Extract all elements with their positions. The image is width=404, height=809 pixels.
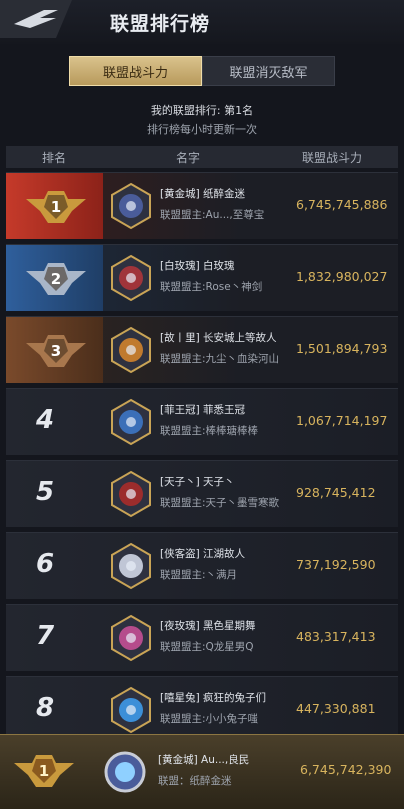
column-name: 名字 (176, 151, 201, 165)
rank-cell: 3 (6, 317, 103, 383)
svg-text:1: 1 (39, 762, 49, 780)
alliance-power: 928,745,412 (296, 485, 376, 500)
svg-text:3: 3 (51, 342, 61, 360)
rank-number: 4 (36, 405, 55, 435)
svg-text:1: 1 (51, 198, 61, 216)
footer-alliance-name: [黄金城] Au...,良民 (158, 754, 250, 766)
ranking-row[interactable]: 3 [故丨里] 长安城上等故人 联盟盟主:九尘丶血染河山 1,501,894,7… (6, 316, 398, 383)
rank-badge-icon: 1 (26, 191, 86, 223)
alliance-power: 447,330,881 (296, 701, 376, 716)
ranking-row[interactable]: 8 [嘻星兔] 疯狂的兔子们 联盟盟主:小小兔子嗤 447,330,881 (6, 676, 398, 743)
alliance-leader: 联盟盟主:九尘丶血染河山 (160, 353, 280, 365)
column-rank: 排名 (42, 151, 67, 165)
svg-text:2: 2 (51, 270, 61, 288)
alliance-name: [嘻星兔] 疯狂的兔子们 (160, 692, 267, 704)
tab-alliance-power[interactable]: 联盟战斗力 (69, 56, 202, 86)
ranking-row[interactable]: 7 [夜玫瑰] 黑色星期舞 联盟盟主:Q龙星男Q 483,317,413 (6, 604, 398, 671)
header-bar: 联盟排行榜 (0, 0, 404, 44)
alliance-emblem-icon (111, 614, 151, 662)
alliance-name: [白玫瑰] 白玫瑰 (160, 260, 235, 272)
alliance-power: 483,317,413 (296, 629, 376, 644)
footer-alliance-label: 联盟：纸醉金迷 (158, 775, 232, 787)
alliance-emblem-icon (111, 542, 151, 590)
alliance-leader: 联盟盟主:棒棒瑭棒棒 (160, 425, 259, 437)
alliance-emblem-icon (111, 686, 151, 734)
rank-badge-icon: 3 (26, 335, 86, 367)
rank-cell: 2 (6, 245, 103, 311)
my-rank-text: 我的联盟排行: 第1名 (150, 104, 254, 117)
rank-number: 7 (36, 621, 55, 651)
alliance-leader: 联盟盟主:天子丶墨雪寒歌 (160, 497, 280, 509)
rank-cell: 1 (6, 173, 103, 239)
alliance-leader: 联盟盟主:小小兔子嗤 (160, 713, 259, 725)
rank-number: 6 (36, 549, 55, 579)
rank-number: 8 (36, 693, 55, 723)
ranking-row[interactable]: 4 [菲王冠] 菲悉王冠 联盟盟主:棒棒瑭棒棒 1,067,714,197 (6, 388, 398, 455)
alliance-emblem-icon (111, 182, 151, 230)
alliance-emblem-icon (111, 326, 151, 374)
footer-power: 6,745,742,390 (300, 762, 392, 777)
tab-bar: 联盟战斗力 联盟消灭敌军 (69, 56, 335, 86)
alliance-emblem-icon (111, 254, 151, 302)
alliance-name: [黄金城] 纸醉金迷 (160, 188, 246, 200)
alliance-emblem-icon (111, 470, 151, 518)
alliance-power: 1,832,980,027 (296, 269, 388, 284)
alliance-power: 1,501,894,793 (296, 341, 388, 356)
eagle-logo-icon[interactable] (0, 0, 72, 38)
update-note: 排行榜每小时更新一次 (147, 123, 257, 136)
column-power: 联盟战斗力 (302, 151, 363, 165)
alliance-name: [天子丶] 天子丶 (160, 476, 235, 488)
alliance-name: [侠客盗] 江湖故人 (160, 548, 246, 560)
page-title: 联盟排行榜 (110, 13, 211, 35)
alliance-emblem-icon (104, 751, 146, 793)
rank-gold-badge-icon: 1 (14, 755, 74, 787)
alliance-power: 737,192,590 (296, 557, 376, 572)
ranking-row[interactable]: 5 [天子丶] 天子丶 联盟盟主:天子丶墨雪寒歌 928,745,412 (6, 460, 398, 527)
alliance-power: 6,745,745,886 (296, 197, 388, 212)
rank-badge-icon: 2 (26, 263, 86, 295)
alliance-emblem-icon (111, 398, 151, 446)
table-header: 排名 名字 联盟战斗力 (6, 146, 398, 168)
ranking-row[interactable]: 6 [侠客盗] 江湖故人 联盟盟主:丶满月 737,192,590 (6, 532, 398, 599)
ranking-row[interactable]: 2 [白玫瑰] 白玫瑰 联盟盟主:Rose丶神剑 1,832,980,027 (6, 244, 398, 311)
ranking-row[interactable]: 1 [黄金城] 纸醉金迷 联盟盟主:Au...,至尊宝 6,745,745,88… (6, 172, 398, 239)
rank-number: 5 (36, 477, 55, 507)
alliance-leader: 联盟盟主:Au...,至尊宝 (160, 209, 265, 221)
alliance-name: [夜玫瑰] 黑色星期舞 (160, 620, 256, 632)
my-alliance-bar[interactable]: 1 [黄金城] Au...,良民 联盟：纸醉金迷 6,745,742,390 (0, 734, 404, 809)
alliance-leader: 联盟盟主:Q龙星男Q (160, 641, 254, 653)
alliance-leader: 联盟盟主:Rose丶神剑 (160, 281, 263, 293)
alliance-name: [故丨里] 长安城上等故人 (160, 332, 277, 344)
alliance-leader: 联盟盟主:丶满月 (160, 569, 238, 581)
alliance-name: [菲王冠] 菲悉王冠 (160, 404, 246, 416)
tab-alliance-kills[interactable]: 联盟消灭敌军 (202, 56, 335, 86)
alliance-power: 1,067,714,197 (296, 413, 388, 428)
